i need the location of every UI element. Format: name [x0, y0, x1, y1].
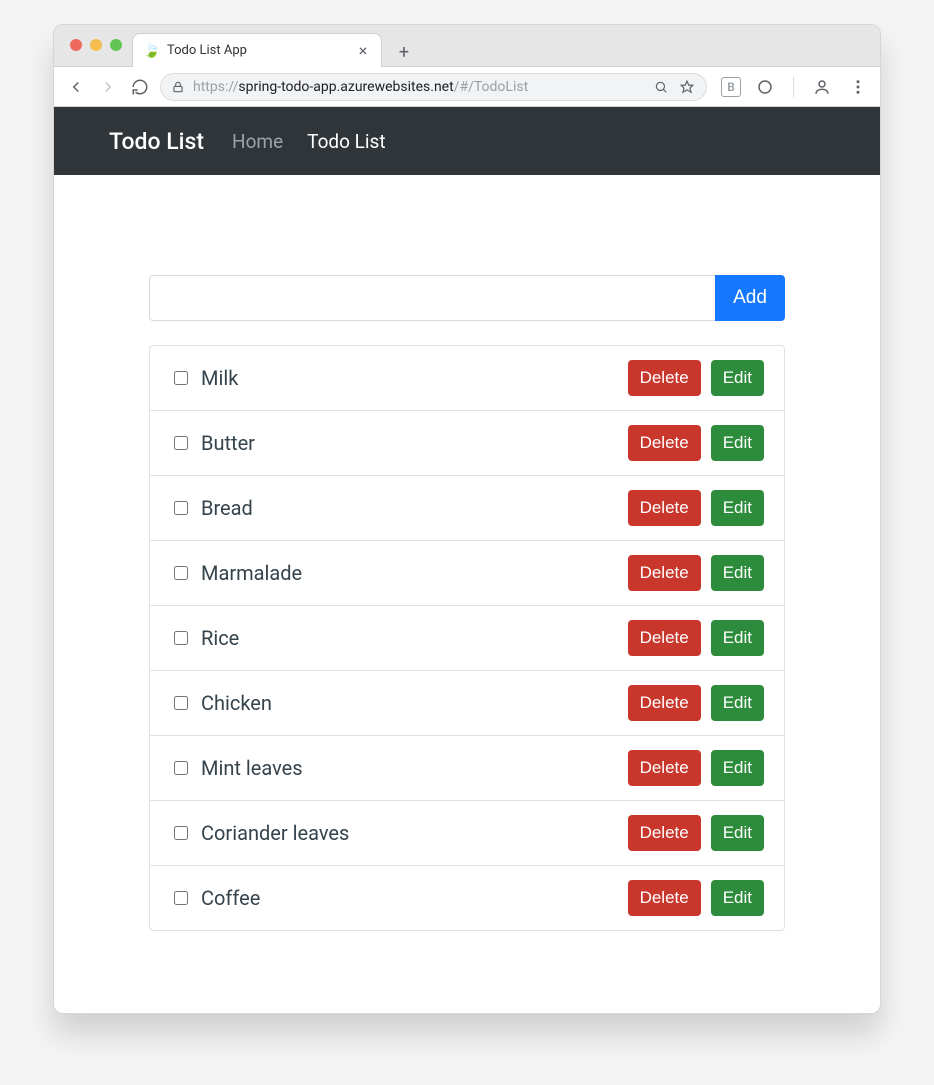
delete-button[interactable]: Delete	[628, 425, 701, 461]
minimize-window-button[interactable]	[90, 39, 102, 51]
edit-button[interactable]: Edit	[711, 685, 764, 721]
todo-text: Marmalade	[201, 561, 302, 585]
toolbar-right: B	[715, 75, 870, 99]
edit-button[interactable]: Edit	[711, 490, 764, 526]
todo-text: Mint leaves	[201, 756, 303, 780]
navlink-home[interactable]: Home	[232, 130, 283, 153]
list-item: Chicken Delete Edit	[150, 670, 784, 735]
address-bar[interactable]: https://spring-todo-app.azurewebsites.ne…	[160, 73, 707, 101]
page-body: Add Milk Delete Edit Butter Delete Edit Bread D…	[54, 175, 880, 931]
edit-button[interactable]: Edit	[711, 750, 764, 786]
edit-button[interactable]: Edit	[711, 880, 764, 916]
extension-circle-icon[interactable]	[753, 75, 777, 99]
app-navbar: Todo List Home Todo List	[54, 107, 880, 175]
delete-button[interactable]: Delete	[628, 555, 701, 591]
toolbar-separator	[793, 77, 794, 97]
todo-checkbox[interactable]	[174, 436, 188, 450]
delete-button[interactable]: Delete	[628, 750, 701, 786]
add-button[interactable]: Add	[715, 275, 785, 321]
todo-list: Milk Delete Edit Butter Delete Edit Bread Delet…	[149, 345, 785, 931]
list-item: Coriander leaves Delete Edit	[150, 800, 784, 865]
browser-toolbar: https://spring-todo-app.azurewebsites.ne…	[54, 67, 880, 107]
edit-button[interactable]: Edit	[711, 360, 764, 396]
todo-text: Milk	[201, 366, 238, 390]
list-item: Butter Delete Edit	[150, 410, 784, 475]
delete-button[interactable]: Delete	[628, 360, 701, 396]
delete-button[interactable]: Delete	[628, 685, 701, 721]
delete-button[interactable]: Delete	[628, 620, 701, 656]
url-text: https://spring-todo-app.azurewebsites.ne…	[193, 79, 528, 95]
todo-checkbox[interactable]	[174, 826, 188, 840]
todo-checkbox[interactable]	[174, 891, 188, 905]
add-bar: Add	[149, 275, 785, 321]
list-item: Marmalade Delete Edit	[150, 540, 784, 605]
edit-button[interactable]: Edit	[711, 620, 764, 656]
profile-icon[interactable]	[810, 75, 834, 99]
list-item: Milk Delete Edit	[150, 346, 784, 410]
zoom-icon[interactable]	[652, 78, 670, 96]
list-item: Rice Delete Edit	[150, 605, 784, 670]
browser-tab[interactable]: 🍃 Todo List App ×	[132, 33, 382, 67]
delete-button[interactable]: Delete	[628, 880, 701, 916]
reload-button[interactable]	[128, 75, 152, 99]
navlink-todo-list[interactable]: Todo List	[307, 130, 385, 153]
new-tab-button[interactable]: +	[390, 38, 418, 66]
todo-checkbox[interactable]	[174, 371, 188, 385]
todo-checkbox[interactable]	[174, 631, 188, 645]
tab-title: Todo List App	[167, 43, 347, 58]
extension-icon[interactable]: B	[721, 77, 741, 97]
leaf-icon: 🍃	[143, 43, 159, 59]
close-window-button[interactable]	[70, 39, 82, 51]
page-viewport: Todo List Home Todo List Add Milk Delete Ed…	[54, 107, 880, 1013]
maximize-window-button[interactable]	[110, 39, 122, 51]
browser-window: 🍃 Todo List App × + https://spring-todo-…	[53, 24, 881, 1014]
todo-text: Coffee	[201, 886, 260, 910]
edit-button[interactable]: Edit	[711, 425, 764, 461]
edit-button[interactable]: Edit	[711, 555, 764, 591]
list-item: Bread Delete Edit	[150, 475, 784, 540]
tab-strip: 🍃 Todo List App × +	[54, 25, 880, 67]
todo-checkbox[interactable]	[174, 696, 188, 710]
todo-text: Bread	[201, 496, 253, 520]
delete-button[interactable]: Delete	[628, 815, 701, 851]
todo-checkbox[interactable]	[174, 501, 188, 515]
edit-button[interactable]: Edit	[711, 815, 764, 851]
delete-button[interactable]: Delete	[628, 490, 701, 526]
kebab-menu-icon[interactable]	[846, 75, 870, 99]
todo-text: Rice	[201, 626, 239, 650]
brand-title: Todo List	[109, 128, 204, 155]
back-button[interactable]	[64, 75, 88, 99]
lock-icon	[171, 80, 185, 94]
todo-text: Chicken	[201, 691, 272, 715]
forward-button[interactable]	[96, 75, 120, 99]
window-controls	[62, 24, 132, 66]
close-tab-icon[interactable]: ×	[355, 43, 371, 59]
todo-checkbox[interactable]	[174, 761, 188, 775]
list-item: Mint leaves Delete Edit	[150, 735, 784, 800]
list-item: Coffee Delete Edit	[150, 865, 784, 930]
todo-text: Butter	[201, 431, 255, 455]
star-icon[interactable]	[678, 78, 696, 96]
todo-text: Coriander leaves	[201, 821, 349, 845]
todo-checkbox[interactable]	[174, 566, 188, 580]
todo-input[interactable]	[149, 275, 715, 321]
